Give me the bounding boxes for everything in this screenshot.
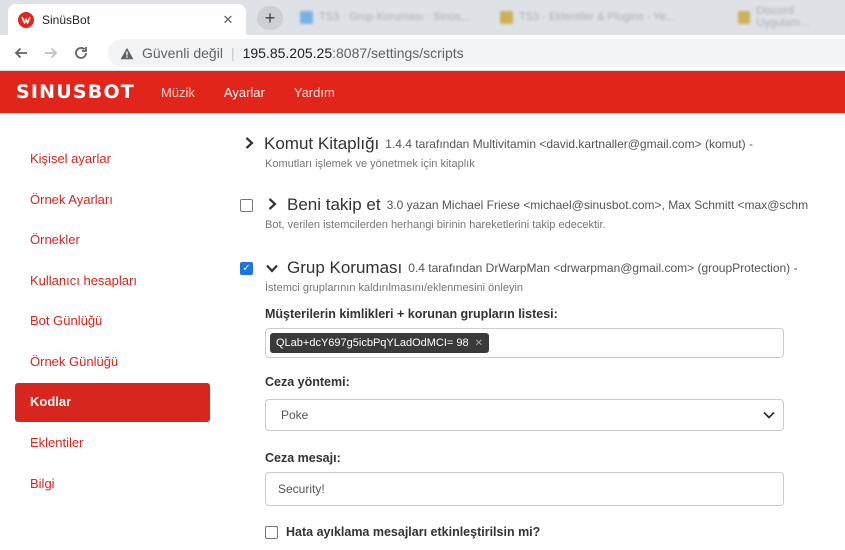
script-title[interactable]: Grup Koruması	[287, 258, 402, 278]
sinusbot-favicon-icon	[18, 11, 34, 28]
back-arrow-icon[interactable]	[6, 38, 36, 68]
debug-label[interactable]: Hata ayıklama mesajları etkinleştirilsin…	[286, 525, 540, 539]
sidebar-item-instance-settings[interactable]: Örnek Ayarları	[15, 181, 210, 219]
sidebar-item-user-accounts[interactable]: Kullanıcı hesapları	[15, 262, 210, 300]
message-value: Security!	[278, 482, 325, 496]
browser-toolbar: Güvenli değil | 195.85.205.25:8087/setti…	[0, 35, 845, 71]
script-enable-checkbox[interactable]	[240, 198, 253, 212]
script-meta: 0.4 tarafından DrWarpMan <drwarpman@gmai…	[408, 261, 798, 275]
sidebar-item-scripts[interactable]: Kodlar	[15, 383, 210, 422]
background-tab-favicon-icon	[500, 10, 513, 24]
punishment-label: Ceza yöntemi:	[265, 375, 350, 389]
nav-item-help[interactable]: Yardım	[294, 85, 335, 100]
script-title[interactable]: Komut Kitaplığı	[264, 134, 379, 154]
browser-tab-strip: SinüsBot ✕ + TS3 · Grup Koruması · Sinüs…	[0, 0, 845, 35]
url-path: :8087/settings/scripts	[332, 45, 464, 61]
chevron-right-icon[interactable]	[265, 197, 279, 213]
background-tab-favicon-icon	[300, 10, 313, 24]
script-entry: Beni takip et 3.0 yazan Michael Friese <…	[240, 194, 808, 231]
sidebar-item-addons[interactable]: Eklentiler	[15, 424, 210, 462]
script-entry: ✓ Grup Koruması 0.4 tarafından DrWarpMan…	[240, 257, 798, 294]
sinusbot-logo[interactable]: SINUSBOT	[16, 81, 135, 103]
logo-text: SINUSBOT	[16, 81, 135, 103]
nav-item-settings[interactable]: Ayarlar	[224, 85, 265, 100]
sidebar-item-instances[interactable]: Örnekler	[15, 221, 210, 259]
security-status[interactable]: Güvenli değil	[142, 45, 223, 61]
sidebar-item-info[interactable]: Bilgi	[15, 465, 210, 503]
debug-option: Hata ayıklama mesajları etkinleştirilsin…	[265, 525, 540, 539]
remove-tag-icon[interactable]: ✕	[475, 338, 483, 349]
background-tab-title: Discord Uygulam...	[756, 5, 809, 29]
sidebar-item-instance-log[interactable]: Örnek Günlüğü	[15, 343, 210, 381]
divider: |	[230, 45, 235, 61]
punishment-select[interactable]: Poke	[265, 399, 784, 431]
browser-tab-title: SinüsBot	[42, 12, 91, 27]
message-input[interactable]: Security!	[265, 472, 784, 506]
reload-icon[interactable]	[66, 38, 96, 68]
sidebar-item-bot-log[interactable]: Bot Günlüğü	[15, 302, 210, 340]
script-enable-checkbox[interactable]: ✓	[240, 261, 253, 275]
script-meta: 1.4.4 tarafından Multivitamin <david.kar…	[385, 137, 753, 151]
debug-checkbox[interactable]	[265, 525, 278, 539]
background-tab-title: TS3 - Eklentiler & Plugins - Ye...	[519, 11, 675, 23]
app-navbar: SINUSBOT Müzik Ayarlar Yardım	[0, 71, 845, 113]
background-tab-title: TS3 · Grup Koruması · Sinüs...	[319, 11, 470, 23]
new-tab-button[interactable]: +	[257, 6, 283, 30]
punishment-value: Poke	[281, 408, 309, 422]
chevron-right-icon[interactable]	[242, 136, 256, 152]
script-title[interactable]: Beni takip et	[287, 195, 381, 215]
clients-label: Müşterilerin kimlikleri + korunan grupla…	[265, 307, 558, 321]
message-label: Ceza mesajı:	[265, 451, 341, 465]
script-entry: Komut Kitaplığı 1.4.4 tarafından Multivi…	[242, 133, 753, 170]
forward-arrow-icon[interactable]	[36, 38, 66, 68]
script-meta: 3.0 yazan Michael Friese <michael@sinusb…	[386, 198, 809, 212]
close-tab-icon[interactable]: ✕	[220, 12, 236, 28]
url-host: 195.85.205.25	[242, 45, 333, 61]
nav-item-music[interactable]: Müzik	[161, 85, 195, 100]
background-tab[interactable]: TS3 · Grup Koruması · Sinüs...	[300, 8, 470, 26]
client-tag[interactable]: QLab+dcY697g5icbPqYLadOdMCI= 98 ✕	[270, 333, 490, 353]
background-tab[interactable]: Discord Uygulam...	[738, 5, 845, 29]
sidebar-item-personal-settings[interactable]: Kişisel ayarlar	[15, 140, 210, 178]
script-description: İstemci gruplarının kaldırılmasını/eklen…	[265, 282, 524, 294]
client-tag-text: QLab+dcY697g5icbPqYLadOdMCI= 98	[276, 337, 469, 349]
scripts-panel: Komut Kitaplığı 1.4.4 tarafından Multivi…	[238, 113, 845, 550]
script-description: Komutları işlemek ve yönetmek için kitap…	[265, 158, 475, 170]
browser-tab-active[interactable]: SinüsBot ✕	[8, 4, 246, 35]
clients-tag-input[interactable]: QLab+dcY697g5icbPqYLadOdMCI= 98 ✕	[265, 328, 784, 358]
background-tab[interactable]: TS3 - Eklentiler & Plugins - Ye...	[500, 8, 675, 26]
chevron-down-icon[interactable]	[265, 261, 279, 276]
settings-sidebar: Kişisel ayarlar Örnek Ayarları Örnekler …	[15, 140, 210, 505]
script-description: Bot, verilen istemcilerden herhangi biri…	[265, 219, 606, 231]
chevron-down-icon	[763, 408, 775, 422]
address-bar[interactable]: Güvenli değil | 195.85.205.25:8087/setti…	[108, 39, 845, 67]
warning-icon[interactable]	[120, 47, 134, 60]
background-tab-favicon-icon	[738, 10, 751, 24]
